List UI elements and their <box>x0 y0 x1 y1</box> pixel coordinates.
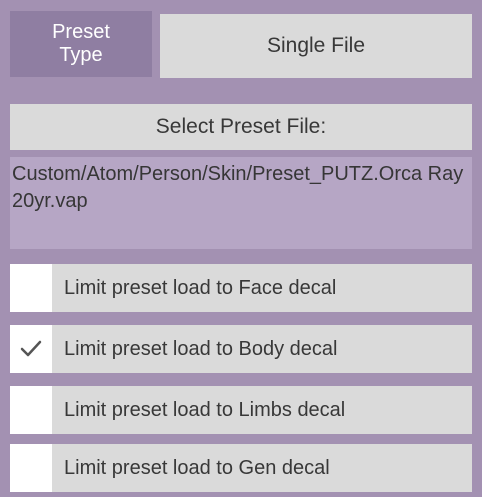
preset-file-path-field[interactable]: Custom/Atom/Person/Skin/Preset_PUTZ.Orca… <box>10 157 472 249</box>
checkbox[interactable] <box>10 264 52 312</box>
checkbox[interactable] <box>10 444 52 492</box>
toggle-face-decal[interactable]: Limit preset load to Face decal <box>10 264 472 312</box>
toggle-body-decal[interactable]: Limit preset load to Body decal <box>10 325 472 373</box>
preset-type-selector[interactable]: Single File <box>160 14 472 78</box>
toggle-body-decal-label: Limit preset load to Body decal <box>64 337 338 360</box>
checkbox[interactable] <box>10 386 52 434</box>
preset-panel: Preset Type Single File Select Preset Fi… <box>0 0 482 497</box>
preset-type-label: Preset Type <box>10 11 152 77</box>
checkmark-icon <box>20 340 42 357</box>
toggle-gen-decal-label: Limit preset load to Gen decal <box>64 456 330 479</box>
checkbox[interactable] <box>10 325 52 373</box>
toggle-limbs-decal-label: Limit preset load to Limbs decal <box>64 398 346 421</box>
toggle-face-decal-label: Limit preset load to Face decal <box>64 276 337 299</box>
toggle-limbs-decal[interactable]: Limit preset load to Limbs decal <box>10 386 472 434</box>
select-preset-file-button[interactable]: Select Preset File: <box>10 104 472 150</box>
toggle-gen-decal[interactable]: Limit preset load to Gen decal <box>10 444 472 492</box>
